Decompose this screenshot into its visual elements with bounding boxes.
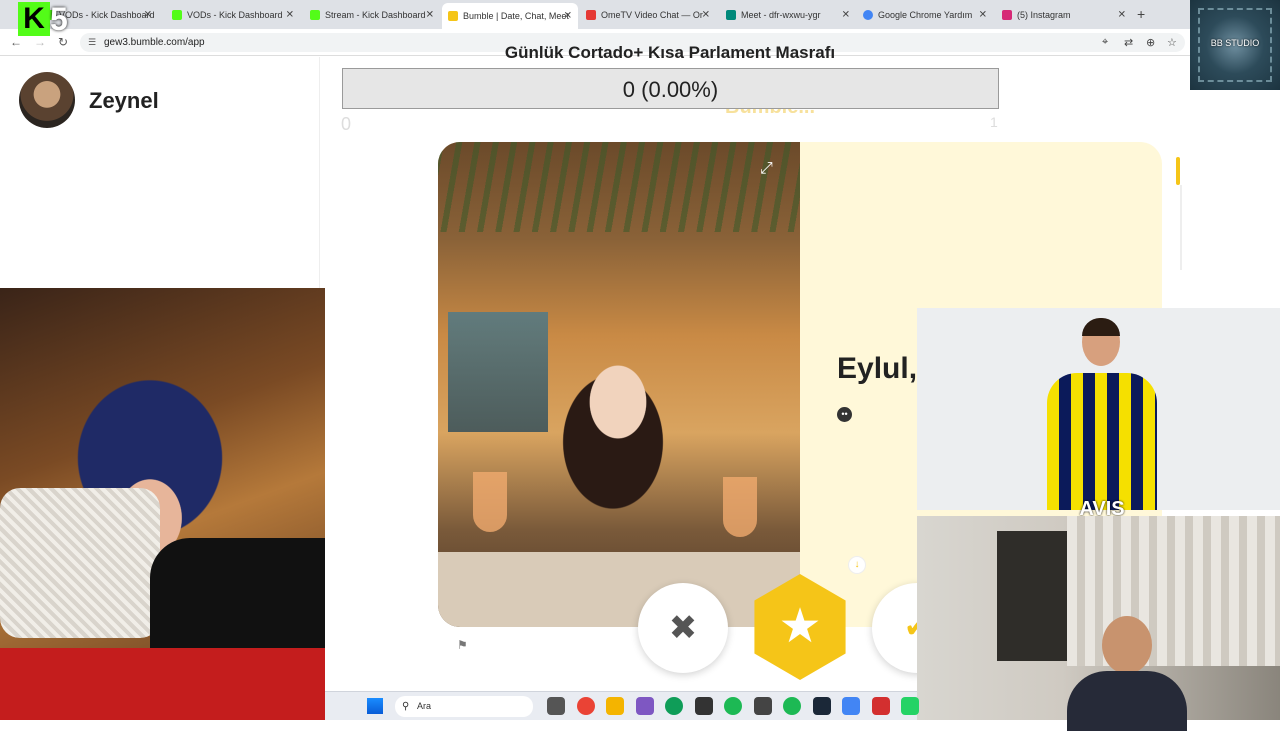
expand-icon[interactable]: ⤢	[760, 160, 773, 178]
webcam-left	[0, 288, 325, 720]
tab-close-icon[interactable]: ✕	[979, 10, 987, 21]
recorder-app-icon[interactable]	[871, 697, 890, 715]
tab-bumble[interactable]: Bumble | Date, Chat, Meet ✕	[442, 3, 578, 29]
kick-favicon-icon	[310, 10, 320, 20]
counter-max: 1	[990, 114, 998, 130]
overlay-title: Günlük Cortado+ Kısa Parlament Masrafı	[504, 43, 836, 62]
tab-title: (5) Instagram	[1017, 10, 1071, 20]
browser-tab-strip: VODs - Kick Dashboard ✕ VODs - Kick Dash…	[0, 0, 1280, 29]
tab-vods-kick-2[interactable]: VODs - Kick Dashboard ✕	[166, 4, 300, 26]
profile-photo[interactable]: ⤢	[438, 142, 800, 627]
bookmark-star-icon[interactable]: ☆	[1167, 36, 1177, 49]
tab-close-icon[interactable]: ✕	[564, 11, 572, 22]
tab-title: OmeTV Video Chat — Or	[601, 10, 703, 20]
bumble-favicon-icon	[448, 11, 458, 21]
taskbar-search-label: Ara	[417, 701, 432, 711]
avatar[interactable]	[19, 72, 75, 128]
webcam-table	[0, 648, 325, 720]
tab-close-icon[interactable]: ✕	[426, 10, 434, 21]
photo-plants	[438, 142, 800, 232]
whatsapp-app-icon[interactable]	[901, 697, 919, 715]
counter-min: 0	[341, 114, 352, 134]
person-body	[1067, 671, 1187, 731]
tab-title: Google Chrome Yardım	[878, 10, 973, 20]
new-tab-plus-icon[interactable]: +	[1137, 6, 1145, 22]
verified-icon: ••	[837, 407, 852, 422]
tab-close-icon[interactable]: ✕	[842, 10, 850, 21]
windows-taskbar: ⚲ Ara	[325, 691, 919, 720]
webcam-bottom-right	[917, 516, 1280, 731]
google-favicon-icon	[863, 10, 873, 20]
instagram-favicon-icon	[1002, 10, 1012, 20]
zoom-icon[interactable]: ⊕	[1146, 36, 1155, 49]
scroll-indicator[interactable]	[1176, 157, 1180, 185]
tab-meet[interactable]: Meet - dfr-wxwu-ygr ✕	[720, 4, 856, 26]
webcam-sweater	[0, 488, 160, 638]
kick-favicon-icon	[172, 10, 182, 20]
file-viewer-app-icon[interactable]	[547, 697, 565, 715]
store-app-icon[interactable]	[694, 697, 713, 715]
steam-app-2-icon[interactable]	[812, 697, 831, 715]
tab-chrome-help[interactable]: Google Chrome Yardım ✕	[857, 4, 993, 26]
file-explorer-app-icon[interactable]	[606, 697, 624, 715]
copilot-app-icon[interactable]	[635, 697, 654, 715]
edge-app-icon[interactable]	[665, 697, 683, 715]
person-head	[1102, 616, 1152, 674]
profile-name: Eylul,	[837, 352, 918, 385]
spotify-app-icon[interactable]	[724, 697, 742, 715]
photo-table	[438, 552, 800, 627]
chrome-app-2-icon[interactable]	[842, 697, 860, 715]
logo-k: K	[18, 2, 50, 36]
search-icon: ⚲	[402, 701, 410, 712]
tab-close-icon[interactable]: ✕	[286, 10, 294, 21]
tab-close-icon[interactable]: ✕	[1118, 10, 1126, 21]
webcam-door	[997, 531, 1067, 661]
webcam-person	[1067, 616, 1187, 731]
webcam-player: AVIS	[1047, 318, 1157, 520]
photo-window	[448, 312, 548, 432]
location-icon[interactable]: ⌖	[1102, 36, 1108, 49]
tab-close-icon[interactable]: ✕	[702, 10, 710, 21]
username[interactable]: Zeynel	[89, 88, 159, 114]
flag-icon[interactable]: ⚑	[457, 638, 468, 652]
url-text: gew3.bumble.com/app	[104, 37, 205, 48]
kick-k5-logo: K 5	[18, 2, 82, 38]
chrome-app-icon[interactable]	[576, 697, 595, 715]
webcam-top-right: AVIS	[917, 308, 1280, 520]
windows-start-icon[interactable]	[367, 698, 383, 714]
tab-close-icon[interactable]: ✕	[144, 10, 152, 21]
photo-wine-glass	[473, 472, 507, 532]
studio-label: BB STUDIO	[1210, 38, 1260, 48]
tab-stream-kick[interactable]: Stream - Kick Dashboard ✕	[304, 4, 440, 26]
spotify-app-2-icon[interactable]	[783, 697, 801, 715]
site-info-icon[interactable]: ☰	[88, 33, 96, 52]
player-jersey: AVIS	[1047, 373, 1157, 520]
tab-ometv[interactable]: OmeTV Video Chat — Or ✕	[580, 4, 716, 26]
steam-app-icon[interactable]	[753, 697, 772, 715]
player-hair	[1082, 318, 1120, 336]
chevron-down-icon[interactable]: ↓	[848, 556, 866, 574]
progress-counter: 0 (0.00%)	[342, 68, 999, 109]
bb-studio-logo: BB STUDIO	[1190, 0, 1280, 90]
pass-button[interactable]: ✖	[638, 583, 728, 673]
ometv-favicon-icon	[586, 10, 596, 20]
tab-title: Stream - Kick Dashboard	[325, 10, 426, 20]
photo-wine-glass	[723, 477, 757, 537]
taskbar-search[interactable]: ⚲ Ara	[395, 696, 533, 717]
tab-title: Meet - dfr-wxwu-ygr	[741, 10, 821, 20]
tab-instagram[interactable]: (5) Instagram ✕	[996, 4, 1132, 26]
scroll-track	[1180, 185, 1182, 270]
logo-5: 5	[50, 1, 68, 37]
tab-title: VODs - Kick Dashboard	[187, 10, 283, 20]
translate-icon[interactable]: ⇄	[1124, 36, 1133, 49]
meet-favicon-icon	[726, 10, 736, 20]
tab-title: Bumble | Date, Chat, Meet	[463, 11, 569, 21]
